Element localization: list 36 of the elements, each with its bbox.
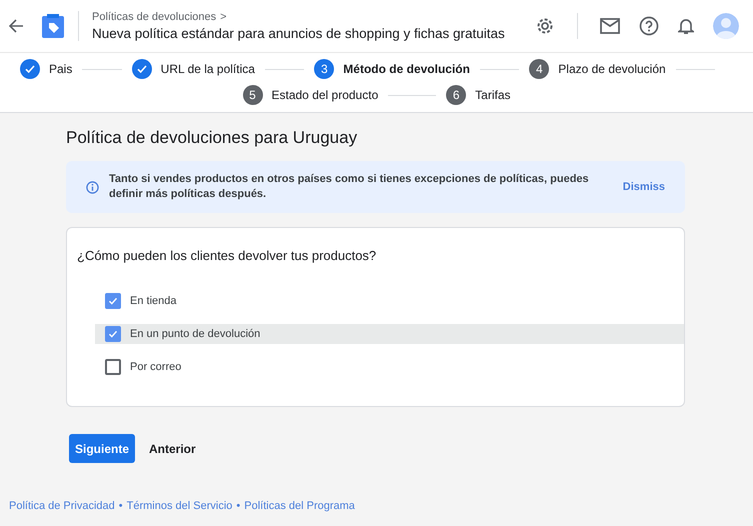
question-text: ¿Cómo pueden los clientes devolver tus productos?: [77, 248, 378, 263]
notification-bell-icon[interactable]: [678, 17, 694, 35]
step-label[interactable]: Plazo de devolución: [558, 62, 666, 76]
tag-logo-icon: [42, 14, 64, 38]
breadcrumb-chevron: >: [220, 11, 227, 23]
checkbox-label[interactable]: En un punto de devolución: [130, 328, 260, 340]
step-label[interactable]: Pais: [49, 62, 72, 76]
checkbox[interactable]: [105, 359, 121, 375]
checkbox[interactable]: [105, 326, 121, 342]
separator-dot: •: [118, 500, 123, 512]
step-label[interactable]: Método de devolución: [343, 62, 470, 76]
banner-text: Tanto si vendes productos en otros países como si tienes excepciones de políticas, puedes definir más políticas después.: [109, 172, 590, 202]
footer-link[interactable]: Políticas del Programa: [244, 500, 355, 512]
next-button[interactable]: Siguiente: [69, 434, 136, 463]
checkbox[interactable]: [105, 293, 121, 309]
step-number: 6: [446, 85, 466, 105]
checkbox-label[interactable]: En tienda: [130, 295, 176, 307]
help-icon[interactable]: [639, 16, 659, 36]
step-number: 4: [529, 59, 550, 79]
step-label[interactable]: URL de la política: [160, 62, 255, 76]
separator-dot: •: [236, 500, 240, 512]
checkbox-label[interactable]: Por correo: [130, 361, 182, 373]
info-icon: [86, 180, 99, 194]
footer-link[interactable]: Términos del Servicio: [126, 500, 232, 512]
step-label[interactable]: Estado del producto: [272, 88, 378, 102]
mail-icon[interactable]: [600, 18, 620, 34]
page-header-title: Nueva política estándar para anuncios de shopping y fichas gratuitas: [92, 26, 506, 41]
breadcrumb-link[interactable]: Políticas de devoluciones: [92, 11, 216, 23]
step-number: 3: [314, 59, 334, 79]
back-arrow-icon[interactable]: [8, 18, 24, 34]
footer-link[interactable]: Política de Privacidad: [9, 500, 115, 512]
settings-icon[interactable]: [535, 16, 555, 36]
section-title: Política de devoluciones para Uruguay: [66, 128, 358, 148]
step-label[interactable]: Tarifas: [475, 88, 510, 102]
step-number: 5: [242, 85, 262, 105]
back-button[interactable]: Anterior: [149, 436, 196, 462]
